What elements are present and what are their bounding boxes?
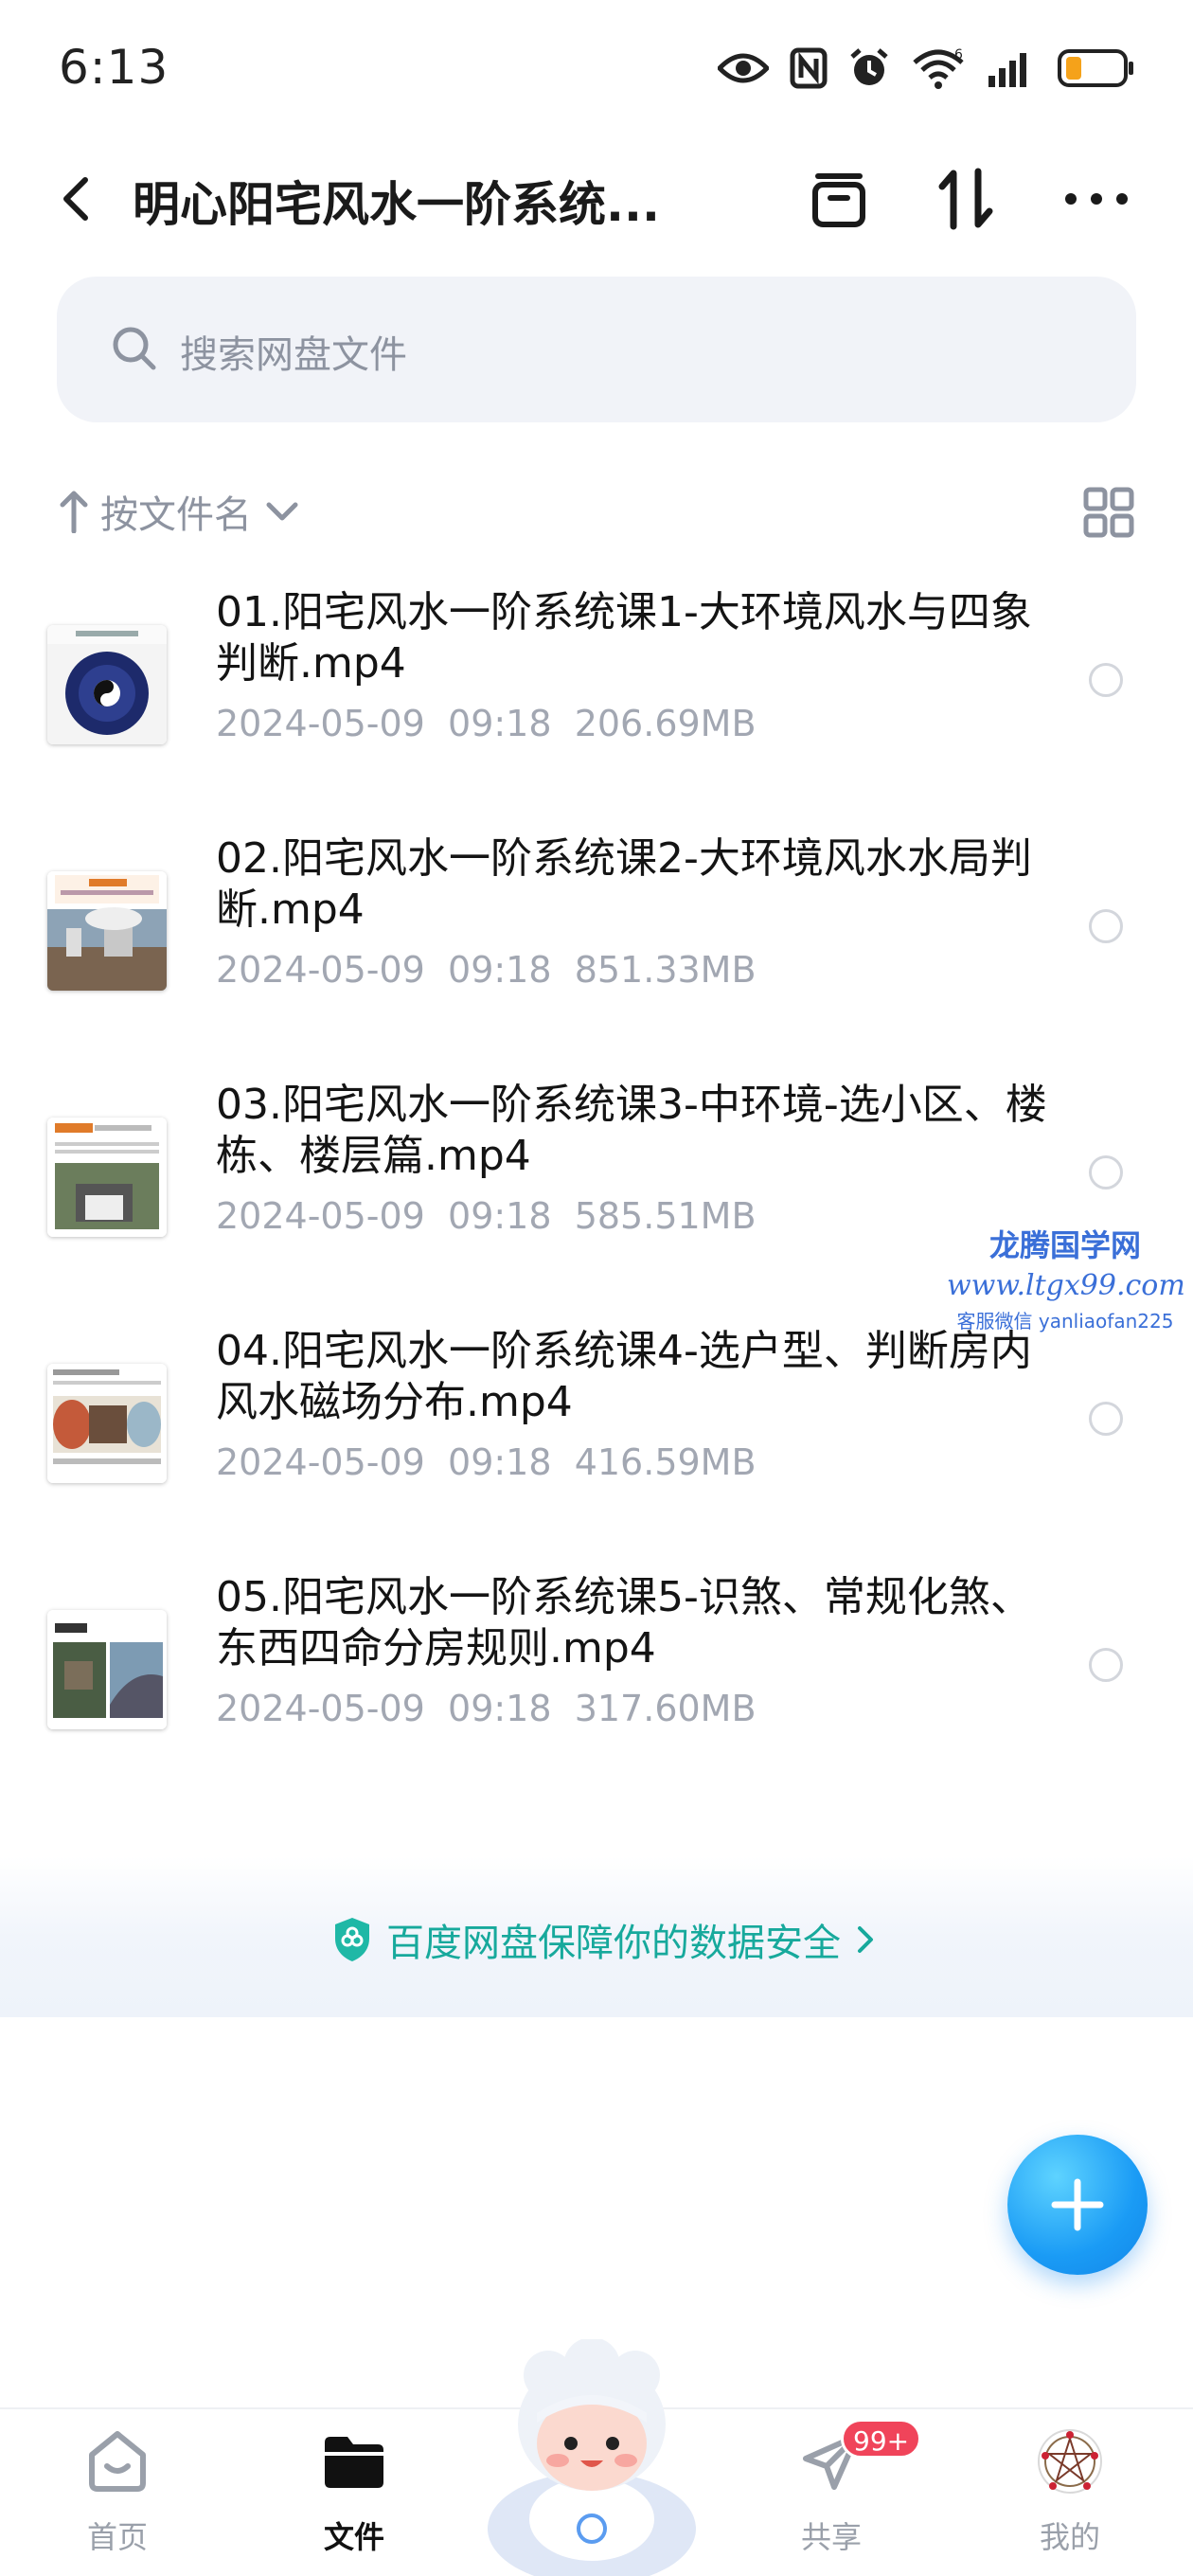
arrow-up-icon [60, 491, 88, 533]
search-icon [110, 324, 159, 377]
nav-label-me: 我的 [1039, 2519, 1100, 2555]
list-item[interactable]: 05.阳宅风水一阶系统课5-识煞、常规化煞、东西四命分房规则.mp4 2024-… [0, 1572, 1193, 1818]
select-checkbox[interactable] [1089, 663, 1123, 697]
nav-label-share: 共享 [800, 2519, 862, 2555]
chevron-down-icon [266, 502, 298, 521]
avatar [985, 2419, 1155, 2504]
video-thumbnail [47, 1118, 167, 1237]
video-thumbnail [47, 1610, 167, 1729]
select-checkbox[interactable] [1089, 1402, 1123, 1436]
file-meta: 2024-05-09 09:18 585.51MB [216, 1195, 757, 1237]
eye-icon [718, 49, 769, 87]
watermark: 龙腾国学网 www.ltgx99.com 客服微信 yanliaofan225 [947, 1222, 1185, 1333]
folder-icon [269, 2419, 439, 2504]
header: 明心阳宅风水一阶系统... [0, 133, 1193, 265]
signal-icon [987, 49, 1036, 87]
status-bar: 6:13 6 [0, 0, 1193, 133]
battery-icon [1057, 47, 1136, 89]
nav-item-share[interactable]: 99+ 共享 [746, 2419, 922, 2570]
add-button[interactable] [1007, 2135, 1148, 2275]
alarm-icon [848, 47, 890, 89]
file-meta: 2024-05-09 09:18 416.59MB [216, 1441, 757, 1483]
sort-arrows-icon [938, 168, 993, 230]
file-name: 03.阳宅风水一阶系统课3-中环境-选小区、楼栋、楼层篇.mp4 [216, 1081, 1047, 1180]
search-placeholder: 搜索网盘文件 [180, 333, 407, 377]
sort-label: 按文件名 [100, 493, 252, 537]
watermark-contact: 客服微信 yanliaofan225 [956, 1310, 1174, 1333]
select-checkbox[interactable] [1089, 1155, 1123, 1190]
video-thumbnail [47, 871, 167, 991]
chevron-right-icon [858, 1926, 873, 1953]
file-name: 05.阳宅风水一阶系统课5-识煞、常规化煞、东西四命分房规则.mp4 [216, 1573, 1032, 1673]
video-thumbnail [47, 1364, 167, 1483]
file-meta: 2024-05-09 09:18 851.33MB [216, 949, 757, 991]
list-item[interactable]: 04.阳宅风水一阶系统课4-选户型、判断房内风水磁场分布.mp4 2024-05… [0, 1326, 1193, 1572]
watermark-site-name: 龙腾国学网 [988, 1227, 1141, 1263]
list-item[interactable]: 01.阳宅风水一阶系统课1-大环境风水与四象判断.mp4 2024-05-09 … [0, 587, 1193, 833]
select-checkbox[interactable] [1089, 909, 1123, 943]
sort-by-name-button[interactable]: 按文件名 [59, 483, 301, 540]
svg-text:6: 6 [954, 47, 963, 63]
select-checkbox[interactable] [1089, 1648, 1123, 1682]
sort-row: 按文件名 [0, 474, 1193, 549]
plus-icon [1051, 2178, 1104, 2231]
nfc-icon [790, 47, 828, 89]
file-meta: 2024-05-09 09:18 317.60MB [216, 1688, 757, 1729]
ai-assistant-button[interactable] [478, 2337, 705, 2576]
security-banner: 百度网盘保障你的数据安全 [0, 1856, 1193, 2017]
mascot-icon [488, 2337, 696, 2576]
file-name: 01.阳宅风水一阶系统课1-大环境风水与四象判断.mp4 [216, 588, 1032, 688]
nav-item-me[interactable]: 我的 [985, 2419, 1155, 2570]
list-item[interactable]: 02.阳宅风水一阶系统课2-大环境风水水局判断.mp4 2024-05-09 0… [0, 833, 1193, 1080]
shield-icon [335, 1918, 369, 1961]
file-meta: 2024-05-09 09:18 206.69MB [216, 703, 757, 744]
notification-badge: 99+ [841, 2419, 922, 2459]
status-icons: 6 [718, 42, 1136, 95]
cabinet-button[interactable] [801, 161, 877, 237]
back-button[interactable] [49, 170, 106, 227]
watermark-url: www.ltgx99.com [947, 1269, 1185, 1302]
security-link[interactable]: 百度网盘保障你的数据安全 [331, 1911, 877, 1968]
chevron-left-icon [63, 177, 88, 221]
grid-icon [1083, 487, 1134, 538]
more-button[interactable] [1059, 161, 1134, 237]
page-title: 明心阳宅风水一阶系统... [133, 177, 660, 232]
grid-view-button[interactable] [1083, 487, 1134, 542]
archive-icon [812, 173, 865, 227]
video-thumbnail [47, 625, 167, 744]
wifi-icon: 6 [911, 47, 966, 89]
nav-item-home[interactable]: 首页 [32, 2419, 203, 2570]
sort-button[interactable] [928, 161, 1004, 237]
search-input[interactable]: 搜索网盘文件 [57, 277, 1136, 422]
nav-item-files[interactable]: 文件 [269, 2419, 439, 2570]
security-text: 百度网盘保障你的数据安全 [386, 1922, 841, 1965]
file-name: 02.阳宅风水一阶系统课2-大环境风水水局判断.mp4 [216, 834, 1032, 934]
more-dots-icon [1065, 193, 1128, 205]
file-name: 04.阳宅风水一阶系统课4-选户型、判断房内风水磁场分布.mp4 [216, 1327, 1032, 1426]
status-time: 6:13 [59, 40, 169, 95]
home-icon [32, 2419, 203, 2504]
nav-label-files: 文件 [323, 2519, 384, 2555]
nav-label-home: 首页 [86, 2519, 148, 2555]
